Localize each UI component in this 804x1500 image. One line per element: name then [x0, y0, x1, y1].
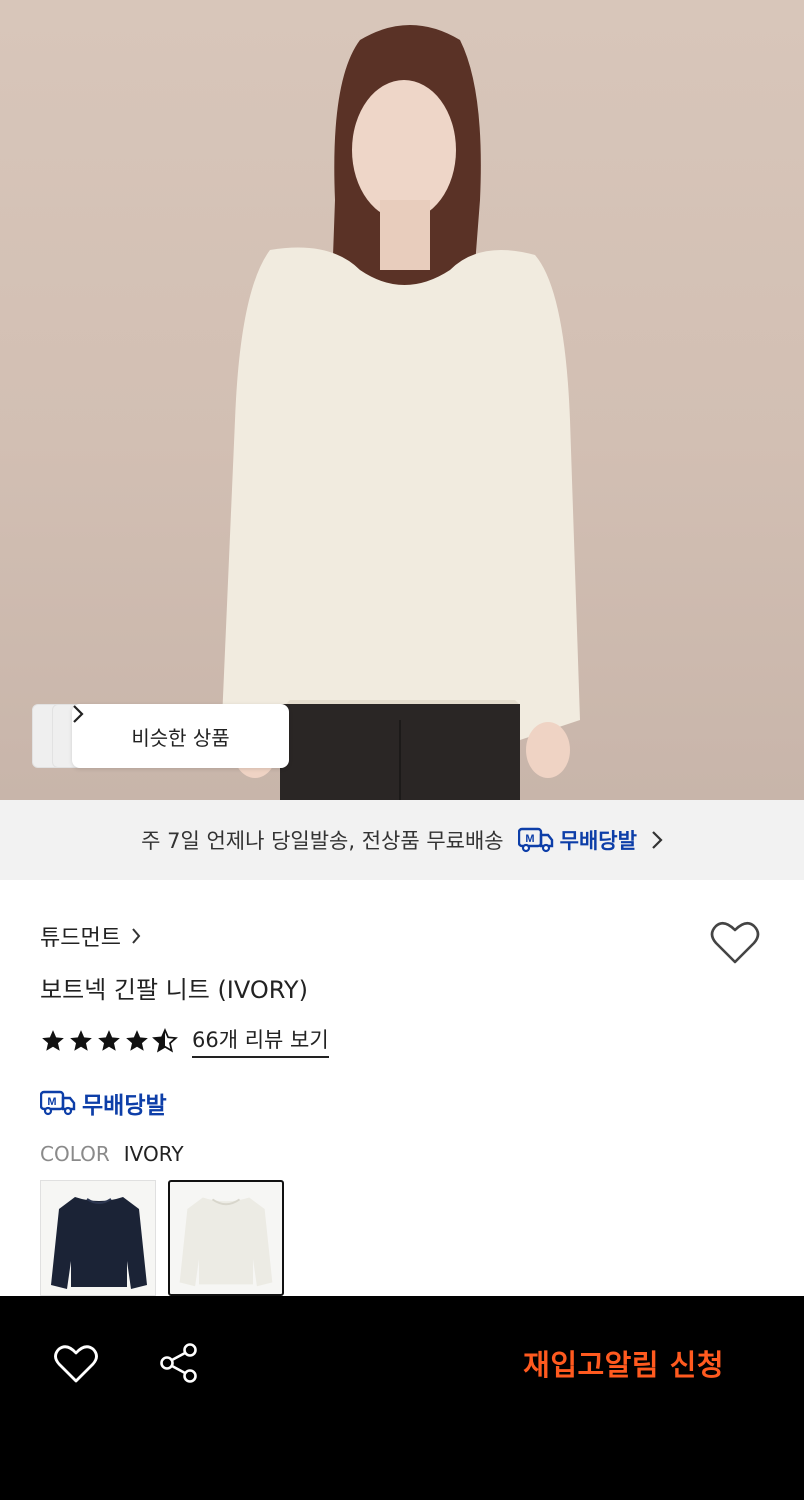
- svg-text:M: M: [525, 833, 534, 845]
- similar-products-label: 비슷한 상품: [131, 725, 230, 750]
- heart-icon[interactable]: [54, 1344, 98, 1384]
- chevron-right-icon: [73, 705, 84, 723]
- product-image[interactable]: 비슷한 상품: [0, 0, 804, 800]
- star-icon: [42, 1030, 64, 1051]
- brand-name: 튜드먼트: [40, 926, 121, 951]
- rating-row: 66개 리뷰 보기: [40, 1024, 329, 1058]
- half-star-icon: [152, 1028, 178, 1053]
- truck-icon: M: [517, 827, 553, 853]
- shipping-banner-text: 주 7일 언제나 당일발송, 전상품 무료배송: [141, 829, 504, 853]
- swatch-navy[interactable]: [40, 1180, 156, 1296]
- share-icon[interactable]: [158, 1342, 200, 1384]
- star-rating: [40, 1028, 178, 1054]
- similar-products-button[interactable]: 비슷한 상품: [72, 704, 289, 768]
- shipping-banner[interactable]: 주 7일 언제나 당일발송, 전상품 무료배송 M 무배당발: [0, 800, 804, 880]
- truck-icon: M: [40, 1090, 76, 1116]
- shipping-badge-label: 무배당발: [82, 1093, 167, 1119]
- shipping-badge: M 무배당발: [40, 1086, 167, 1120]
- color-row: COLOR IVORY: [40, 1142, 184, 1166]
- restock-alert-button[interactable]: 재입고알림 신청: [523, 1342, 724, 1384]
- star-icon: [126, 1030, 148, 1051]
- review-link[interactable]: 66개 리뷰 보기: [192, 1024, 329, 1058]
- brand-link[interactable]: 튜드먼트: [40, 920, 141, 952]
- chevron-right-icon: [652, 831, 663, 849]
- product-title: 보트넥 긴팔 니트 (IVORY): [40, 976, 308, 1004]
- shipping-badge-label: 무배당발: [559, 829, 637, 853]
- navy-sweater-thumb: [51, 1197, 147, 1289]
- color-value: IVORY: [123, 1142, 184, 1166]
- ivory-sweater-thumb: [179, 1197, 273, 1287]
- swatch-ivory[interactable]: [168, 1180, 284, 1296]
- color-label: COLOR: [40, 1142, 110, 1166]
- star-icon: [70, 1030, 92, 1051]
- chevron-right-icon: [132, 928, 141, 944]
- model-photo: [222, 25, 580, 800]
- star-icon: [98, 1030, 120, 1051]
- color-swatches: [40, 1180, 284, 1296]
- heart-icon[interactable]: [710, 920, 760, 966]
- svg-text:M: M: [47, 1096, 56, 1108]
- bottom-action-bar: 재입고알림 신청: [0, 1296, 804, 1500]
- shipping-badge: M 무배당발: [517, 825, 637, 855]
